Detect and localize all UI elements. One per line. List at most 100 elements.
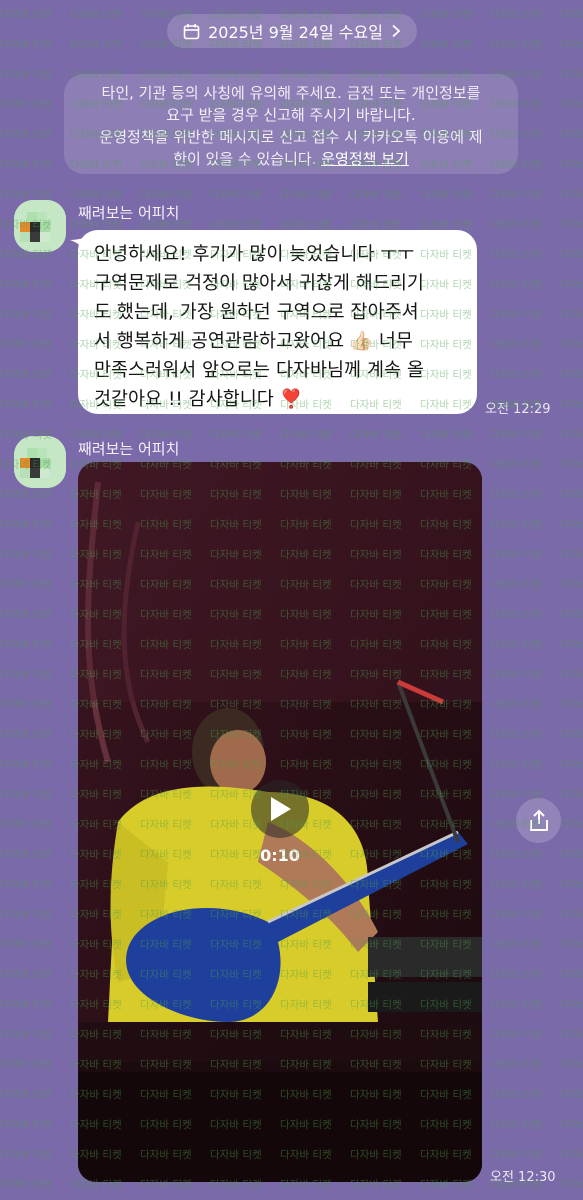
watermark-text: 다자바 티켓 <box>490 849 542 861</box>
watermark-text: 다자바 티켓 <box>560 99 583 111</box>
watermark-text: 다자바 티켓 <box>0 939 52 951</box>
message-line: 구역문제로 걱정이 많아서 귀찮게 해드리기 <box>94 273 424 294</box>
watermark-text: 다자바 티켓 <box>560 1089 583 1101</box>
watermark-text: 다자바 티켓 <box>0 549 52 561</box>
notice-line: 타인, 기관 등의 사칭에 유의해 주세요. 금전 또는 개인정보를 <box>101 84 481 102</box>
watermark-text: 다자바 티켓 <box>560 39 583 51</box>
watermark-text: 다자바 티켓 <box>0 639 52 651</box>
watermark-text: 다자바 티켓 <box>490 909 542 921</box>
message-line: 만족스러워서 앞으로는 다자바님께 계속 올 <box>94 360 424 381</box>
watermark-text: 다자바 티켓 <box>560 69 583 81</box>
watermark-text: 다자바 티켓 <box>490 459 542 471</box>
date-header[interactable]: 2025년 9월 24일 수요일 <box>167 14 417 48</box>
message-line: 것같아요 !! 감사합니다 ❣️ <box>94 389 303 410</box>
watermark-text: 다자바 티켓 <box>490 1059 542 1071</box>
watermark-text: 다자바 티켓 <box>0 1089 52 1101</box>
share-button[interactable] <box>516 798 561 843</box>
watermark-text: 다자바 티켓 <box>420 9 472 21</box>
watermark-text: 다자바 티켓 <box>490 1119 542 1131</box>
sender-name: 째려보는 어피치 <box>78 440 180 458</box>
avatar[interactable] <box>14 200 66 252</box>
watermark-text: 다자바 티켓 <box>560 1179 583 1191</box>
message-time: 오전 12:30 <box>490 1170 556 1185</box>
video-message[interactable]: 0:10 <box>78 462 482 1182</box>
watermark-text: 다자바 티켓 <box>490 189 542 201</box>
watermark-text: 다자바 티켓 <box>210 189 262 201</box>
watermark-text: 다자바 티켓 <box>560 609 583 621</box>
watermark-text: 다자바 티켓 <box>560 1119 583 1131</box>
watermark-text: 다자바 티켓 <box>560 909 583 921</box>
watermark-text: 다자바 티켓 <box>0 39 52 51</box>
watermark-text: 다자바 티켓 <box>560 939 583 951</box>
watermark-text: 다자바 티켓 <box>490 609 542 621</box>
watermark-text: 다자바 티켓 <box>490 1149 542 1161</box>
watermark-text: 다자바 티켓 <box>490 279 542 291</box>
watermark-text: 다자바 티켓 <box>0 699 52 711</box>
watermark-text: 다자바 티켓 <box>0 309 52 321</box>
watermark-text: 다자바 티켓 <box>560 279 583 291</box>
watermark-text: 다자바 티켓 <box>490 429 542 441</box>
watermark-text: 다자바 티켓 <box>560 1029 583 1041</box>
watermark-text: 다자바 티켓 <box>490 369 542 381</box>
message-time: 오전 12:29 <box>485 402 551 417</box>
watermark-text: 다자바 티켓 <box>420 39 472 51</box>
notice-line-text: 한이 있을 수 있습니다. <box>173 150 322 168</box>
watermark-text: 다자바 티켓 <box>0 819 52 831</box>
watermark-text: 다자바 티켓 <box>490 549 542 561</box>
watermark-text: 다자바 티켓 <box>560 1059 583 1071</box>
watermark-text: 다자바 티켓 <box>560 129 583 141</box>
watermark-text: 다자바 티켓 <box>0 759 52 771</box>
policy-link[interactable]: 운영정책 보기 <box>321 150 409 168</box>
watermark-text: 다자바 티켓 <box>0 1119 52 1131</box>
watermark-text: 다자바 티켓 <box>0 69 52 81</box>
watermark-text: 다자바 티켓 <box>280 189 332 201</box>
watermark-text: 다자바 티켓 <box>0 909 52 921</box>
sender-name: 째려보는 어피치 <box>78 204 180 222</box>
watermark-text: 다자바 티켓 <box>210 429 262 441</box>
watermark-text: 다자바 티켓 <box>0 1149 52 1161</box>
watermark-text: 다자바 티켓 <box>560 1149 583 1161</box>
watermark-text: 다자바 티켓 <box>490 1089 542 1101</box>
watermark-text: 다자바 티켓 <box>490 879 542 891</box>
message-line: 서 행복하게 공연관람하고왔어요 👍🏻 너무 <box>94 331 413 352</box>
watermark-text: 다자바 티켓 <box>0 789 52 801</box>
watermark-text: 다자바 티켓 <box>70 189 122 201</box>
watermark-text: 다자바 티켓 <box>490 339 542 351</box>
watermark-text: 다자바 티켓 <box>0 1029 52 1041</box>
watermark-text: 다자바 티켓 <box>560 999 583 1011</box>
date-label: 2025년 9월 24일 수요일 <box>208 23 383 42</box>
message-bubble[interactable]: 안녕하세요! 후기가 많이 늦었습니다 ㅜㅜ 구역문제로 걱정이 많아서 귀찮게… <box>78 230 477 414</box>
watermark-text: 다자바 티켓 <box>560 819 583 831</box>
watermark-text: 다자바 티켓 <box>70 9 122 21</box>
watermark-text: 다자바 티켓 <box>0 279 52 291</box>
watermark-text: 다자바 티켓 <box>490 249 542 261</box>
watermark-text: 다자바 티켓 <box>0 729 52 741</box>
watermark-text: 다자바 티켓 <box>0 489 52 501</box>
watermark-text: 다자바 티켓 <box>490 9 542 21</box>
notice-line: 운영정책을 위반한 메시지로 신고 접수 시 카카오톡 이용에 제 <box>99 128 483 146</box>
watermark-text: 다자바 티켓 <box>0 669 52 681</box>
watermark-text: 다자바 티켓 <box>0 879 52 891</box>
watermark-text: 다자바 티켓 <box>0 999 52 1011</box>
watermark-text: 다자바 티켓 <box>0 609 52 621</box>
watermark-text: 다자바 티켓 <box>560 789 583 801</box>
watermark-text: 다자바 티켓 <box>0 849 52 861</box>
watermark-text: 다자바 티켓 <box>490 219 542 231</box>
watermark-text: 다자바 티켓 <box>0 969 52 981</box>
watermark-text: 다자바 티켓 <box>280 429 332 441</box>
watermark-text: 다자바 티켓 <box>560 159 583 171</box>
watermark-text: 다자바 티켓 <box>490 489 542 501</box>
watermark-text: 다자바 티켓 <box>560 549 583 561</box>
avatar[interactable] <box>14 436 66 488</box>
chevron-right-icon <box>391 24 401 38</box>
watermark-text: 다자바 티켓 <box>490 309 542 321</box>
message-line: 도 했는데, 가장 원하던 구역으로 잡아주셔 <box>94 302 419 323</box>
play-button[interactable] <box>251 780 309 838</box>
watermark-text: 다자바 티켓 <box>420 189 472 201</box>
notice-line: 요구 받을 경우 신고해 주시기 바랍니다. <box>166 106 416 124</box>
watermark-text: 다자바 티켓 <box>560 249 583 261</box>
watermark-text: 다자바 티켓 <box>490 639 542 651</box>
watermark-text: 다자바 티켓 <box>490 519 542 531</box>
watermark-text: 다자바 티켓 <box>560 429 583 441</box>
watermark-text: 다자바 티켓 <box>0 99 52 111</box>
